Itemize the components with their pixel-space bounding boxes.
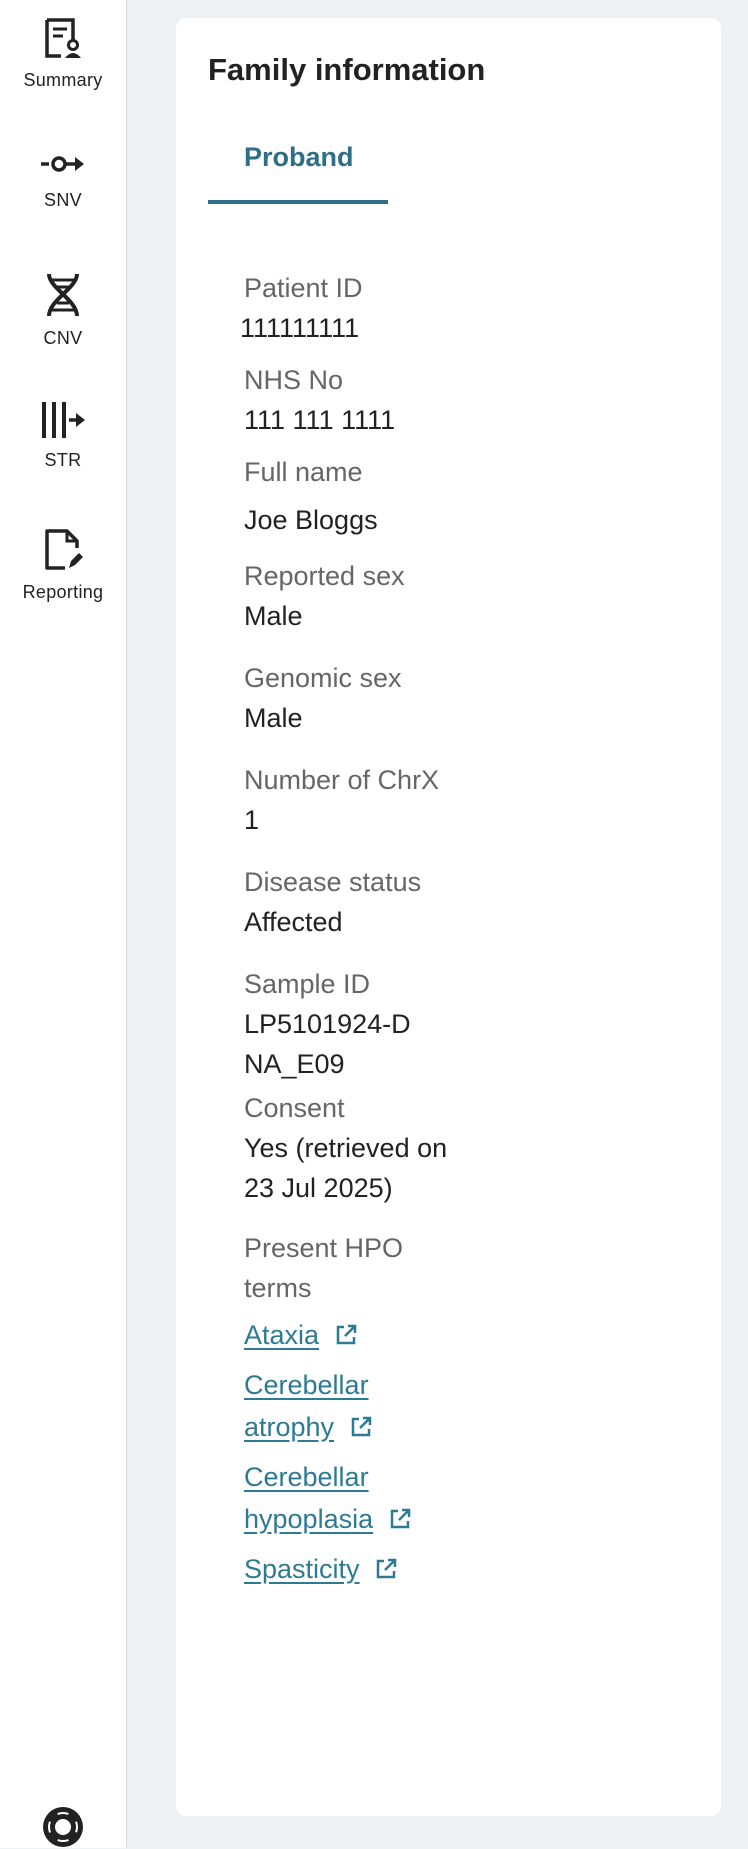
field-hpo-terms: Present HPO terms Ataxia Cerebellar atro…	[244, 1228, 444, 1590]
hpo-term-link[interactable]: Cerebellar hypoplasia	[244, 1462, 373, 1534]
field-value: Joe Bloggs	[244, 505, 378, 535]
summary-icon	[45, 18, 81, 58]
field-value: Affected	[244, 907, 343, 937]
family-information-card: Family information Proband Patient ID 11…	[176, 18, 721, 1816]
nav-summary-label: Summary	[23, 70, 103, 90]
nav-str-label: STR	[44, 450, 82, 470]
nav-cnv[interactable]: CNV	[0, 272, 126, 349]
field-label: Genomic sex	[244, 663, 402, 693]
field-full-name: Full name Joe Bloggs	[244, 452, 504, 540]
lifebuoy-icon[interactable]	[41, 1805, 85, 1849]
external-link-icon[interactable]	[374, 1557, 398, 1581]
field-genomic-sex: Genomic sex Male	[244, 658, 504, 738]
field-label: Full name	[244, 457, 363, 487]
field-disease-status: Disease status Affected	[244, 862, 504, 942]
field-reported-sex: Reported sex Male	[244, 556, 504, 636]
nav-cnv-label: CNV	[43, 328, 83, 348]
field-number-of-chrx: Number of ChrX 1	[244, 760, 504, 840]
field-consent: Consent Yes (retrieved on 23 Jul 2025)	[244, 1088, 474, 1208]
field-sample-id: Sample ID LP5101924-DNA_E09	[244, 964, 414, 1084]
field-value: 1	[244, 805, 260, 835]
dna-icon	[47, 273, 79, 317]
list-item: Cerebellar atrophy	[244, 1364, 444, 1448]
hpo-term-link[interactable]: Ataxia	[244, 1320, 319, 1350]
field-label: Sample ID	[244, 969, 371, 999]
field-value: LP5101924-DNA_E09	[244, 1009, 411, 1079]
sidebar: Summary SNV CNV STR Reporting	[0, 0, 127, 1848]
field-label: NHS No	[244, 365, 344, 395]
external-link-icon[interactable]	[334, 1323, 358, 1347]
nav-snv-label: SNV	[44, 190, 82, 210]
hpo-terms-list: Ataxia Cerebellar atrophy Cerebellar hyp…	[244, 1314, 444, 1590]
list-item: Cerebellar hypoplasia	[244, 1456, 444, 1540]
field-nhs-no: NHS No 111 111 1111	[244, 360, 504, 440]
field-label: Number of ChrX	[244, 765, 440, 795]
list-item: Ataxia	[244, 1314, 444, 1356]
nav-snv[interactable]: SNV	[0, 148, 126, 211]
field-label: Consent	[244, 1093, 345, 1123]
external-link-icon[interactable]	[349, 1415, 373, 1439]
str-icon	[42, 402, 85, 438]
tab-bar: Proband	[208, 142, 388, 204]
external-link-icon[interactable]	[388, 1507, 412, 1531]
nav-summary[interactable]: Summary	[0, 16, 126, 91]
report-edit-icon	[45, 529, 83, 570]
field-value: Yes (retrieved on 23 Jul 2025)	[244, 1133, 448, 1203]
page-title: Family information	[208, 52, 486, 87]
field-value: 111111111	[240, 313, 360, 343]
hpo-terms-label: Present HPO terms	[244, 1233, 404, 1303]
field-value: 111 111 1111	[244, 405, 396, 435]
field-label: Disease status	[244, 867, 422, 897]
field-value: Male	[244, 601, 303, 631]
field-label: Patient ID	[244, 273, 363, 303]
nav-reporting-label: Reporting	[22, 582, 104, 602]
field-value: Male	[244, 703, 303, 733]
field-patient-id: Patient ID 111111111	[240, 268, 504, 348]
proband-details: Patient ID 111111111 NHS No 111 111 1111…	[240, 268, 504, 1598]
nav-str[interactable]: STR	[0, 400, 126, 471]
hpo-term-link[interactable]: Spasticity	[244, 1554, 360, 1584]
tab-proband[interactable]: Proband	[208, 142, 388, 204]
field-label: Reported sex	[244, 561, 405, 591]
list-item: Spasticity	[244, 1548, 444, 1590]
nav-reporting[interactable]: Reporting	[0, 528, 126, 603]
snv-icon	[41, 156, 84, 172]
